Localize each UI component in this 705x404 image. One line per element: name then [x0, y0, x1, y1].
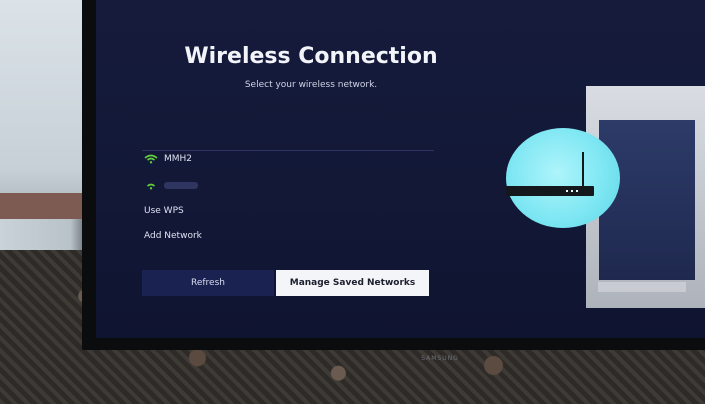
router-led — [566, 190, 568, 192]
tv-illustration-stand — [598, 282, 686, 292]
door-frame — [0, 0, 86, 200]
router-illustration-highlight — [506, 128, 620, 228]
add-network-option[interactable]: Add Network — [144, 231, 202, 241]
divider — [142, 150, 434, 151]
wifi-signal-icon — [144, 154, 158, 164]
tv-brand-logo: SAMSUNG — [421, 355, 459, 362]
router-antenna — [582, 152, 584, 188]
network-ssid-blurred — [164, 181, 198, 189]
door-trim — [0, 193, 86, 219]
page-title: Wireless Connection — [184, 44, 438, 69]
wifi-signal-icon — [146, 183, 156, 190]
router-icon — [506, 186, 594, 196]
page-subtitle: Select your wireless network. — [244, 80, 378, 90]
network-ssid: MMH2 — [164, 154, 193, 164]
network-item-mmh2[interactable]: MMH2 — [144, 154, 192, 164]
refresh-button[interactable]: Refresh — [142, 270, 274, 296]
router-led — [576, 190, 578, 192]
router-led — [571, 190, 573, 192]
use-wps-option[interactable]: Use WPS — [144, 206, 184, 216]
network-item-hidden[interactable] — [144, 180, 198, 190]
manage-saved-networks-button[interactable]: Manage Saved Networks — [276, 270, 429, 296]
tv-screen: Wireless Connection Select your wireless… — [96, 0, 705, 338]
